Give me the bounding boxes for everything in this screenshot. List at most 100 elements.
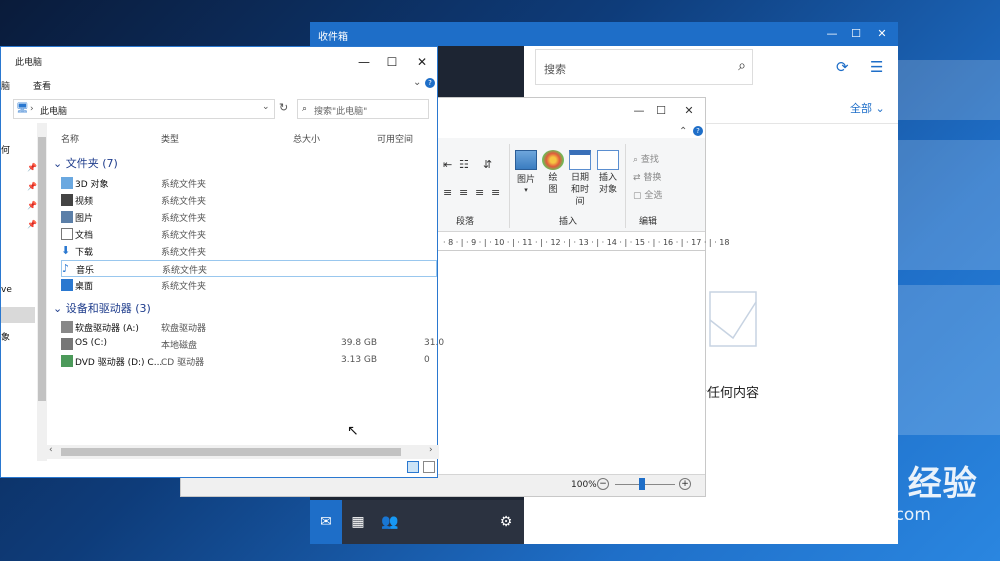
documents-icon [61, 228, 73, 240]
column-header-total[interactable]: 总大小 [293, 132, 320, 145]
bullet-list-icon[interactable]: ☷ [459, 158, 469, 171]
pin-icon: 📌 [27, 163, 37, 172]
mail-search-box[interactable]: 搜索 ⌕ [535, 49, 753, 85]
explorer-search-box[interactable]: ⌕ 搜索"此电脑" [297, 99, 429, 119]
breadcrumb[interactable]: 此电脑 [40, 104, 67, 117]
paragraph-group-label: 段落 [456, 217, 475, 227]
download-arrow-icon: ⬇ [61, 244, 71, 257]
zoom-in-icon[interactable]: + [679, 478, 691, 490]
sync-icon[interactable]: ⟳ [836, 58, 849, 76]
music-note-icon: ♪ [62, 262, 70, 275]
ribbon-collapse-icon[interactable]: ⌃ [679, 126, 687, 137]
mail-icon[interactable]: ✉ [310, 500, 342, 544]
list-item[interactable]: 3D 对象 系统文件夹 [61, 175, 437, 192]
list-item[interactable]: DVD 驱动器 (D:) C... CD 驱动器 3.13 GB 0 [61, 353, 437, 370]
address-bar[interactable]: 🖥 › 此电脑 ⌄ [13, 99, 275, 119]
video-icon [61, 194, 73, 206]
baidu-watermark: Bai du 经验 jingyan.baidu.com [768, 456, 978, 525]
list-item[interactable]: 视频 系统文件夹 [61, 192, 437, 209]
align-center-icon[interactable]: ≡ [459, 186, 468, 199]
help-icon[interactable]: ? [425, 78, 435, 88]
zoom-level: 100% [571, 480, 597, 490]
chevron-down-icon[interactable]: ⌄ [413, 77, 421, 88]
zoom-out-icon[interactable]: − [597, 478, 609, 490]
nav-item-fragment[interactable]: 何 [1, 143, 10, 156]
select-list-icon[interactable]: ☰ [870, 58, 883, 76]
select-all-button[interactable]: ▢ 全选 [633, 188, 662, 201]
datetime-button[interactable]: 日期和时间 [567, 150, 593, 208]
ribbon-tab-view[interactable]: 查看 [33, 79, 51, 92]
insert-picture-button[interactable]: 图片 ▾ [513, 150, 539, 195]
chevron-down-icon[interactable]: ⌄ [262, 102, 270, 112]
wordpad-close-button[interactable]: ✕ [679, 102, 699, 120]
replace-button[interactable]: ⇄ 替换 [633, 170, 661, 183]
list-item[interactable]: ⬇ 下载 系统文件夹 [61, 243, 437, 260]
scroll-left-icon[interactable]: ‹ [49, 445, 53, 455]
paint-drawing-button[interactable]: 绘图 [541, 150, 565, 196]
chevron-down-icon: ⌄ [53, 157, 66, 170]
floppy-drive-icon [61, 321, 73, 333]
list-item[interactable]: 文档 系统文件夹 [61, 226, 437, 243]
computer-icon: 🖥 [16, 103, 29, 114]
mail-search-input[interactable]: 搜索 [544, 61, 566, 77]
list-item[interactable]: 桌面 系统文件夹 [61, 277, 437, 294]
zoom-slider-thumb[interactable] [639, 478, 645, 490]
justify-icon[interactable]: ≡ [491, 186, 500, 199]
column-header-type[interactable]: 类型 [161, 132, 179, 145]
list-item[interactable]: 软盘驱动器 (A:) 软盘驱动器 [61, 319, 437, 336]
scroll-right-icon[interactable]: › [429, 445, 433, 455]
list-item-selected[interactable]: ♪ 音乐 系统文件夹 [61, 260, 437, 277]
mail-maximize-button[interactable]: ☐ [846, 25, 866, 43]
mail-minimize-button[interactable]: — [822, 25, 842, 43]
align-right-icon[interactable]: ≡ [475, 186, 484, 199]
zoom-slider-track[interactable] [615, 484, 675, 485]
mail-close-button[interactable]: ✕ [872, 25, 892, 43]
nav-item-fragment[interactable]: ve [1, 285, 12, 295]
nav-selected-item[interactable] [1, 307, 35, 323]
indent-icon[interactable]: ⇤ [443, 158, 452, 171]
folders-group-header[interactable]: ⌄ 文件夹 (7) [53, 155, 118, 171]
nav-scrollbar-thumb[interactable] [38, 137, 46, 401]
details-view-icon[interactable] [407, 461, 419, 473]
wordpad-maximize-button[interactable]: ☐ [651, 102, 671, 120]
line-spacing-icon[interactable]: ⇵ [483, 158, 492, 171]
column-header-name[interactable]: 名称 [61, 132, 79, 145]
explorer-close-button[interactable]: ✕ [411, 53, 433, 71]
search-icon: ⌕ [302, 104, 308, 114]
explorer-minimize-button[interactable]: — [353, 53, 375, 71]
align-left-icon[interactable]: ≡ [443, 186, 452, 199]
devices-group-header[interactable]: ⌄ 设备和驱动器 (3) [53, 300, 151, 316]
calendar-icon[interactable]: ▦ [342, 500, 374, 544]
large-icons-view-icon[interactable] [423, 461, 435, 473]
picture-icon [515, 150, 537, 170]
insert-object-button[interactable]: 插入对象 [595, 150, 621, 196]
calendar-icon [569, 150, 591, 170]
ribbon-tab-computer[interactable]: 脑 [1, 79, 10, 92]
pin-icon: 📌 [27, 201, 37, 210]
find-button[interactable]: ⌕ 查找 [633, 152, 659, 165]
refresh-icon[interactable]: ↻ [279, 101, 288, 114]
pictures-icon [61, 211, 73, 223]
pin-icon: 📌 [27, 182, 37, 191]
nav-item-fragment[interactable]: 象 [1, 330, 10, 343]
explorer-maximize-button[interactable]: ☐ [381, 53, 403, 71]
people-icon[interactable]: 👥 [374, 500, 406, 544]
wordpad-minimize-button[interactable]: — [629, 102, 649, 120]
help-icon[interactable]: ? [693, 126, 703, 136]
mail-filter-dropdown[interactable]: 全部 ⌄ [850, 100, 885, 116]
nav-scrollbar[interactable] [37, 123, 47, 461]
search-icon[interactable]: ⌕ [738, 58, 746, 74]
settings-gear-icon[interactable]: ⚙ [490, 500, 522, 544]
list-item[interactable]: OS (C:) 本地磁盘 39.8 GB 31.0 [61, 336, 444, 353]
breadcrumb-separator-icon: › [30, 104, 34, 114]
os-drive-icon [61, 338, 73, 350]
content-scrollbar[interactable]: ‹ › [47, 445, 439, 459]
explorer-search-input[interactable]: 搜索"此电脑" [314, 104, 367, 117]
list-item[interactable]: 图片 系统文件夹 [61, 209, 437, 226]
column-header-free[interactable]: 可用空间 [377, 132, 413, 145]
object-icon [597, 150, 619, 170]
content-scrollbar-thumb[interactable] [61, 448, 401, 456]
mail-title: 收件箱 [318, 32, 348, 43]
mail-bottom-nav: ✉ ▦ 👥 ⚙ [310, 500, 524, 544]
mail-titlebar[interactable]: 收件箱 — ☐ ✕ [310, 22, 898, 46]
